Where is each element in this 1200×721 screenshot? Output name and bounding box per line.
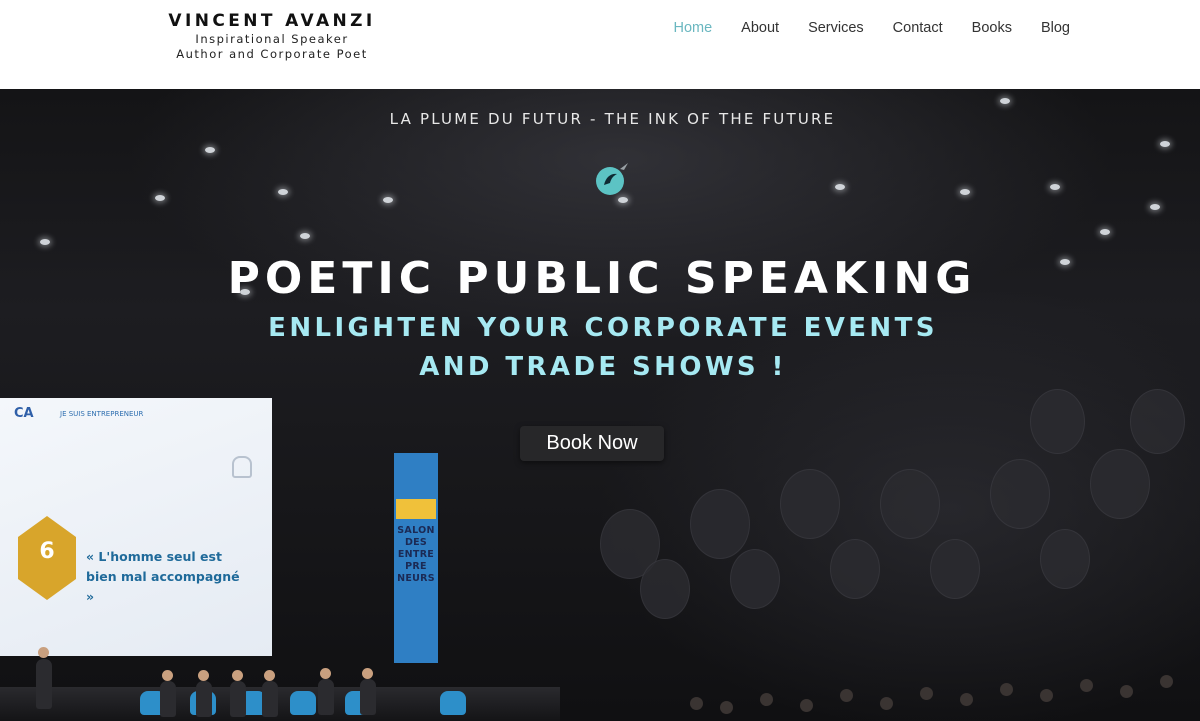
- brand-tagline-line2: Author and Corporate Poet: [176, 47, 368, 61]
- brand-block[interactable]: VINCENT AVANZI Inspirational Speaker Aut…: [160, 10, 384, 62]
- nav-books[interactable]: Books: [972, 18, 1012, 38]
- panelist-figure: [160, 681, 176, 717]
- person-outline-icon: [232, 456, 252, 478]
- panelist-head: [320, 668, 331, 679]
- ceiling-light: [1150, 204, 1160, 210]
- acoustic-panel: [830, 539, 880, 599]
- stage-chair: [440, 691, 466, 715]
- acoustic-panel: [1040, 529, 1090, 589]
- panelist-figure: [360, 679, 376, 715]
- nav-blog[interactable]: Blog: [1041, 18, 1070, 38]
- hero-section: LA PLUME DU FUTUR - THE INK OF THE FUTUR…: [0, 89, 1200, 721]
- nav-services[interactable]: Services: [808, 18, 864, 38]
- audience-member: [1000, 683, 1013, 696]
- audience-member: [760, 693, 773, 706]
- acoustic-panel: [930, 539, 980, 599]
- ceiling-light: [205, 147, 215, 153]
- main-nav: Home About Services Contact Books Blog: [673, 18, 1070, 38]
- acoustic-panel: [1130, 389, 1185, 454]
- nav-contact[interactable]: Contact: [893, 18, 943, 38]
- audience-member: [960, 693, 973, 706]
- ceiling-light: [278, 189, 288, 195]
- ceiling-light: [40, 239, 50, 245]
- hero-tagline: LA PLUME DU FUTUR - THE INK OF THE FUTUR…: [389, 110, 836, 128]
- hexagon-number: 6: [39, 539, 55, 564]
- ceiling-light: [1000, 98, 1010, 104]
- acoustic-panel: [1030, 389, 1085, 454]
- audience-member: [1080, 679, 1093, 692]
- stage: [0, 687, 560, 721]
- panelist-figure: [262, 681, 278, 717]
- audience-member: [880, 697, 893, 710]
- ceiling-light: [383, 197, 393, 203]
- audience-member: [840, 689, 853, 702]
- brand-name[interactable]: VINCENT AVANZI: [160, 10, 384, 32]
- hero-headline: POETIC PUBLIC SPEAKING: [227, 253, 977, 304]
- acoustic-panel: [640, 559, 690, 619]
- speaker-figure: [36, 659, 52, 709]
- ceiling-light: [1100, 229, 1110, 235]
- projection-screen: CA JE SUIS ENTREPRENEUR 6 « L'homme seul…: [0, 398, 272, 656]
- ceiling-light: [960, 189, 970, 195]
- panelist-figure: [196, 681, 212, 717]
- screen-quote: « L'homme seul est bien mal accompagné »: [86, 549, 240, 604]
- book-now-button[interactable]: Book Now: [520, 426, 664, 461]
- ceiling-light: [835, 184, 845, 190]
- acoustic-panel: [880, 469, 940, 539]
- panelist-head: [232, 670, 243, 681]
- screen-logo: CA: [14, 406, 34, 421]
- speaker-head: [38, 647, 49, 658]
- audience-member: [800, 699, 813, 712]
- audience-member: [1120, 685, 1133, 698]
- acoustic-panel: [780, 469, 840, 539]
- quill-logo-icon: [596, 163, 628, 195]
- hero-subline-1: ENLIGHTEN YOUR CORPORATE EVENTS: [268, 313, 938, 343]
- acoustic-panel: [990, 459, 1050, 529]
- acoustic-panel: [1090, 449, 1150, 519]
- audience-member: [1160, 675, 1173, 688]
- ceiling-light: [618, 197, 628, 203]
- banner-graphic: [396, 499, 436, 519]
- nav-home[interactable]: Home: [673, 18, 712, 38]
- audience-member: [690, 697, 703, 710]
- banner-text: SALON DES ENTRE PRE NEURS: [397, 525, 435, 584]
- acoustic-panel: [730, 549, 780, 609]
- panelist-head: [264, 670, 275, 681]
- hero-subline-2: AND TRADE SHOWS !: [419, 352, 787, 382]
- audience-member: [1040, 689, 1053, 702]
- audience-member: [920, 687, 933, 700]
- panelist-head: [362, 668, 373, 679]
- audience-member: [720, 701, 733, 714]
- ceiling-light: [300, 233, 310, 239]
- ceiling-light: [1160, 141, 1170, 147]
- panelist-head: [198, 670, 209, 681]
- panelist-head: [162, 670, 173, 681]
- screen-logo-sub: JE SUIS ENTREPRENEUR: [60, 410, 144, 418]
- panelist-figure: [318, 679, 334, 715]
- nav-about[interactable]: About: [741, 18, 779, 38]
- brand-tagline-line1: Inspirational Speaker: [195, 32, 349, 46]
- ceiling-light: [155, 195, 165, 201]
- site-header: VINCENT AVANZI Inspirational Speaker Aut…: [0, 0, 1200, 89]
- stage-chair: [290, 691, 316, 715]
- ceiling-light: [1050, 184, 1060, 190]
- panelist-figure: [230, 681, 246, 717]
- acoustic-panel: [690, 489, 750, 559]
